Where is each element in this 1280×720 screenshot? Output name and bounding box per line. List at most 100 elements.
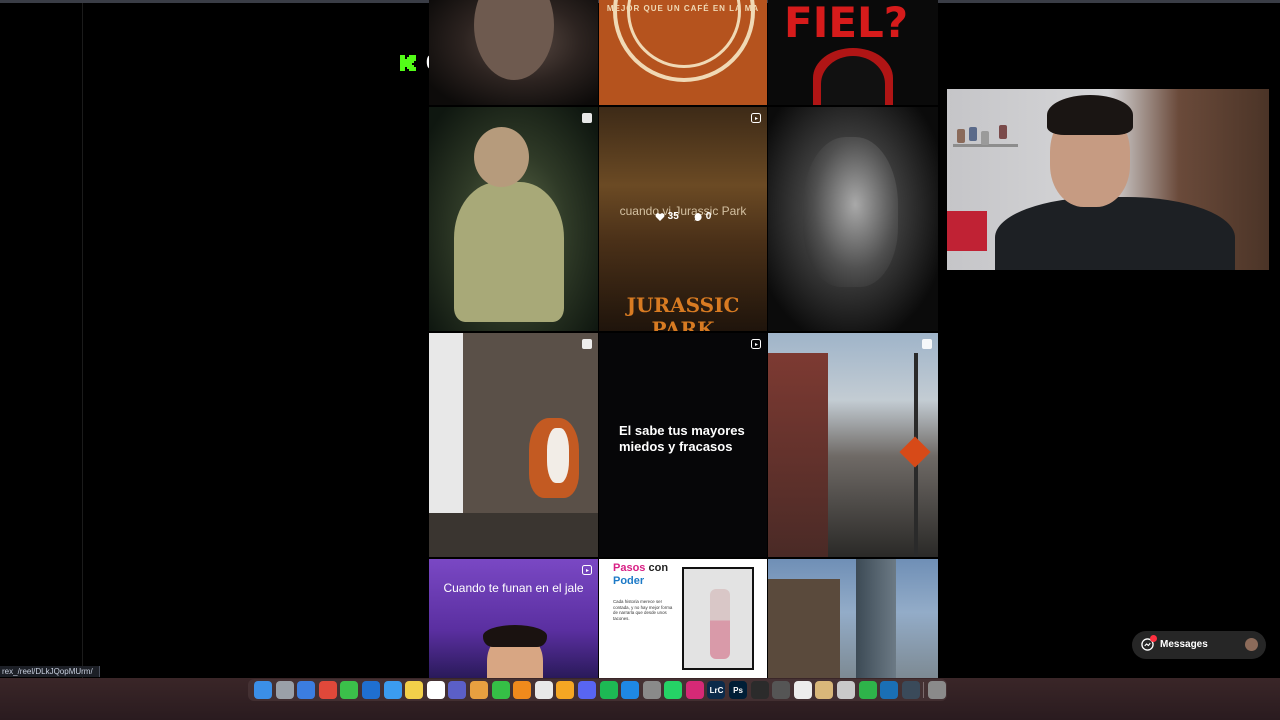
coffee-logo-text: MEJOR QUE UN CAFÉ EN LA MA — [606, 4, 760, 13]
messages-label: Messages — [1160, 639, 1208, 650]
post-old-man-jungle[interactable] — [429, 107, 598, 331]
post-coffee-logo[interactable]: MEJOR QUE UN CAFÉ EN LA MA — [599, 0, 767, 105]
outlook-icon[interactable] — [361, 681, 380, 699]
system-settings-icon[interactable] — [642, 681, 661, 699]
poder-word: Poder — [613, 575, 645, 587]
post-text: El sabe tus mayores miedos y fracasos — [619, 423, 745, 454]
jurassic-park-title: JURASSIC PARK — [626, 293, 740, 331]
post-pasos-con-poder[interactable]: Pasos con Poder Cada historia merece ser… — [599, 559, 767, 678]
shelf-item — [969, 127, 977, 141]
comments-stat: 0 — [693, 211, 712, 222]
dock-separator — [923, 682, 925, 698]
face-shape — [474, 0, 554, 80]
pasos-body-text: Cada historia merece ser contada, y no h… — [613, 599, 673, 621]
post-fiel-jurassic[interactable]: FIEL? — [768, 0, 938, 105]
books-icon[interactable] — [513, 681, 532, 699]
lightroom-icon[interactable]: LrC — [707, 681, 726, 699]
link-hover-url: rex_/reel/DLkJQopMUrm/ — [0, 666, 100, 677]
tree-base — [429, 513, 598, 557]
jurassic-logo-shape — [813, 48, 893, 105]
carousel-icon — [922, 339, 932, 349]
photoshop-icon[interactable]: Ps — [729, 681, 748, 699]
avatar — [1245, 638, 1258, 651]
tower-shape — [856, 559, 896, 678]
post-face-closeup[interactable] — [429, 0, 598, 105]
spotify-icon[interactable] — [599, 681, 618, 699]
likes-count: 35 — [667, 211, 679, 222]
notes-icon[interactable] — [405, 681, 424, 699]
post-text-miedos[interactable]: El sabe tus mayores miedos y fracasos — [599, 333, 767, 557]
streamer-body — [995, 197, 1235, 270]
photos-icon[interactable] — [469, 681, 488, 699]
street-sign — [899, 436, 931, 468]
shelf-item — [957, 129, 965, 143]
preview-icon[interactable] — [837, 681, 856, 699]
davinci-icon[interactable] — [750, 681, 769, 699]
chrome-icon[interactable] — [318, 681, 337, 699]
app-store-icon[interactable] — [621, 681, 640, 699]
pages-icon[interactable] — [556, 681, 575, 699]
pasos-title: Pasos con Poder — [613, 562, 668, 588]
old-man-head — [474, 127, 529, 187]
post-hover-stats: 35 0 — [599, 211, 767, 222]
comments-count: 0 — [705, 211, 712, 222]
calendar-icon[interactable] — [426, 681, 445, 699]
post-street-photo[interactable] — [768, 333, 938, 557]
person-hair — [483, 625, 547, 647]
portrait-face — [803, 137, 898, 287]
numbers-icon[interactable] — [858, 681, 877, 699]
reel-icon — [751, 339, 761, 349]
unread-badge — [1150, 635, 1157, 642]
textedit-icon[interactable] — [534, 681, 553, 699]
mail-icon[interactable] — [383, 681, 402, 699]
discord-icon[interactable] — [577, 681, 596, 699]
jurassic-logo-inner — [821, 56, 885, 105]
reel-icon — [582, 565, 592, 575]
trash-icon[interactable] — [928, 681, 946, 699]
heart-icon — [655, 212, 665, 221]
quicktime-icon[interactable] — [880, 681, 899, 699]
post-cuando-te-funan[interactable]: Cuando te funan en el jale — [429, 559, 598, 678]
fiel-title: FIEL? — [784, 0, 909, 47]
whatsapp-icon[interactable] — [664, 681, 683, 699]
pasos-photo — [682, 567, 754, 670]
baroque-building — [768, 579, 840, 678]
red-object — [947, 211, 987, 251]
messages-button[interactable]: Messages — [1132, 631, 1266, 659]
notion-icon[interactable] — [793, 681, 812, 699]
screenshot-icon[interactable] — [901, 681, 920, 699]
post-bw-portrait[interactable] — [768, 107, 938, 331]
instagram-icon[interactable] — [685, 681, 704, 699]
profile-posts-grid: MEJOR QUE UN CAFÉ EN LA MA FIEL? cuando … — [429, 0, 938, 678]
post-torre-latinoamericana[interactable] — [768, 559, 938, 678]
finder-icon[interactable] — [254, 681, 272, 699]
carousel-icon — [582, 339, 592, 349]
old-man-body — [454, 182, 564, 322]
pasos-word: Pasos — [613, 562, 646, 574]
messages-app-icon[interactable] — [340, 681, 359, 699]
left-sidebar — [0, 3, 83, 680]
post-jurassic-park-poster[interactable]: cuando vi Jurassic Park 35 0 JURASSIC PA… — [599, 107, 767, 331]
facetime-icon[interactable] — [491, 681, 510, 699]
squirrel-belly — [547, 428, 569, 483]
comment-icon — [693, 212, 702, 221]
likes-stat: 35 — [655, 211, 679, 222]
post-text: Cuando te funan en el jale — [443, 581, 584, 595]
webcam-overlay — [947, 89, 1269, 270]
reel-icon — [751, 113, 761, 123]
shelf-item — [981, 131, 989, 145]
launchpad-icon[interactable] — [275, 681, 294, 699]
street-building — [768, 353, 828, 557]
post-squirrel-tree[interactable] — [429, 333, 598, 557]
con-word: con — [648, 562, 669, 574]
script-editor-icon[interactable] — [815, 681, 834, 699]
pinwheel-icon[interactable] — [772, 681, 791, 699]
streamer-hair — [1047, 95, 1133, 135]
macos-dock: LrC Ps — [248, 679, 947, 701]
shelf-item — [999, 125, 1007, 139]
safari-icon[interactable] — [297, 681, 316, 699]
kick-logo-icon — [400, 55, 416, 71]
carousel-icon — [582, 113, 592, 123]
teams-icon[interactable] — [448, 681, 467, 699]
pasos-figure — [710, 589, 730, 659]
